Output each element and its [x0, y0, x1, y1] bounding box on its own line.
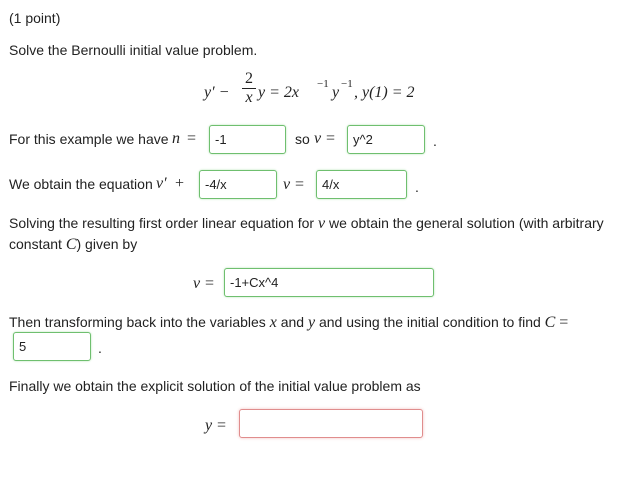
eq-middle: y = 2x — [258, 84, 299, 101]
eq-fraction: 2 x — [242, 71, 256, 106]
problem-instruction: Solve the Bernoulli initial value proble… — [9, 42, 258, 58]
eq-exp2: −1 — [341, 78, 353, 90]
coefficient-answer-field[interactable]: -4/x — [199, 170, 277, 199]
general-text2: we obtain the general solution (with arb… — [328, 215, 604, 231]
eq-yprime: y′ − — [204, 84, 230, 101]
v-answer-field[interactable]: y^2 — [347, 125, 425, 154]
general-text3: constant — [9, 236, 62, 252]
eq-frac-num: 2 — [245, 70, 253, 87]
general-lhs: v — [193, 275, 201, 292]
C-answer-field[interactable]: 5 — [13, 332, 91, 361]
v-equals: = — [326, 130, 336, 147]
general-C-var: C — [65, 236, 77, 253]
general-equals: = — [205, 275, 215, 292]
findC-and: and — [280, 314, 305, 330]
general-solution-field[interactable]: -1+Cx^4 — [224, 268, 434, 297]
eq-frac-den: x — [245, 89, 253, 106]
final-solution-field[interactable] — [239, 409, 423, 438]
findC-text2: and using the initial condition to find — [318, 314, 541, 330]
general-solution-line1: Solving the resulting first order linear… — [9, 215, 604, 233]
plus-symbol: + — [175, 175, 185, 192]
final-equals: = — [217, 417, 227, 434]
rhs-equals: = — [295, 176, 305, 193]
find-C-line: Then transforming back into the variable… — [9, 314, 568, 332]
eq-exp1: −1 — [317, 78, 329, 90]
general-text1: Solving the resulting first order linear… — [9, 215, 315, 231]
step-n-period: . — [433, 133, 437, 149]
so-label: so — [295, 131, 310, 147]
findC-text1: Then transforming back into the variable… — [9, 314, 266, 330]
rhs-answer-field[interactable]: 4/x — [316, 170, 407, 199]
v-lhs-symbol: v — [283, 176, 291, 193]
general-text4: ) given by — [76, 236, 138, 252]
findC-equals: = — [559, 314, 569, 331]
n-variable: n — [172, 130, 180, 147]
final-solution-text: Finally we obtain the explicit solution … — [9, 378, 421, 394]
step-eq-period: . — [415, 179, 419, 195]
general-solution-line2: constant C) given by — [9, 236, 137, 254]
step-equation-text: We obtain the equation — [9, 176, 153, 192]
vprime-symbol: v′ — [156, 175, 167, 192]
eq-initial-condition: , y(1) = 2 — [354, 84, 415, 101]
findC-x-var: x — [269, 314, 277, 331]
eq-y2: y — [332, 84, 340, 101]
findC-y-var: y — [307, 314, 316, 331]
n-answer-field[interactable]: -1 — [209, 125, 286, 154]
general-v-var: v — [317, 215, 326, 232]
n-equals: = — [187, 130, 197, 147]
findC-period: . — [98, 340, 102, 356]
step-n-text: For this example we have — [9, 131, 169, 147]
findC-C-var: C — [544, 314, 556, 331]
v-variable: v — [314, 130, 322, 147]
points-label: (1 point) — [9, 10, 61, 26]
final-lhs: y — [205, 417, 213, 434]
